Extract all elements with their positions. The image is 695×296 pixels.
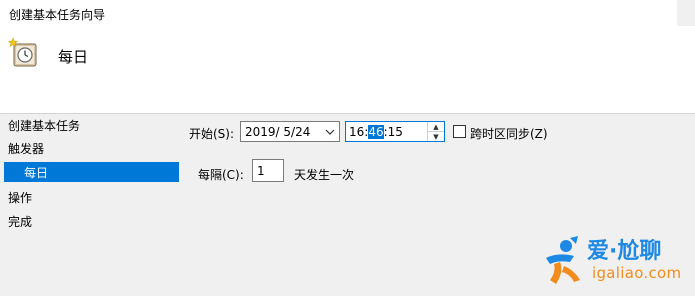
titlebar-button-area[interactable] — [677, 0, 695, 26]
spin-up-icon[interactable]: ▲ — [428, 122, 444, 132]
recur-label: 每隔(C): — [198, 168, 244, 182]
header-divider — [0, 113, 695, 114]
spin-down-icon[interactable]: ▼ — [428, 132, 444, 141]
recur-days-input[interactable]: 1 — [252, 159, 284, 182]
nav-item-action[interactable]: 操作 — [8, 189, 32, 206]
scheduled-task-clock-icon — [8, 37, 37, 67]
nav-item-finish[interactable]: 完成 — [8, 213, 32, 230]
nav-item-trigger[interactable]: 触发器 — [8, 140, 44, 157]
watermark-brand: 爱·尬聊 — [587, 239, 662, 264]
chevron-down-icon[interactable] — [324, 126, 336, 138]
page-title: 每日 — [58, 48, 89, 66]
nav-item-daily-selected[interactable]: 每日 — [4, 162, 179, 182]
recur-days-value: 1 — [257, 164, 265, 178]
time-spinner[interactable]: ▲ ▼ — [427, 122, 444, 141]
start-date-picker[interactable]: 2019/ 5/24 — [240, 121, 340, 142]
time-second[interactable]: 15 — [388, 125, 403, 139]
start-label: 开始(S): — [189, 127, 235, 141]
watermark-logo-icon — [546, 236, 580, 284]
sync-timezone-checkbox[interactable] — [453, 125, 466, 138]
nav-item-daily-label: 每日 — [24, 166, 49, 180]
time-hour[interactable]: 16 — [349, 125, 364, 139]
window-title: 创建基本任务向导 — [9, 8, 106, 22]
sync-timezone-label[interactable]: 跨时区同步(Z) — [470, 125, 548, 142]
start-date-value: 2019/ 5/24 — [245, 125, 311, 139]
nav-item-create-basic-task[interactable]: 创建基本任务 — [8, 117, 80, 134]
recur-suffix-label: 天发生一次 — [294, 168, 355, 182]
start-time-value[interactable]: 16:46:15 — [349, 125, 403, 139]
time-minute-selected[interactable]: 46 — [368, 125, 384, 139]
start-time-picker[interactable]: 16:46:15 ▲ ▼ — [345, 121, 445, 142]
watermark-url: igaliao.com — [592, 264, 682, 282]
